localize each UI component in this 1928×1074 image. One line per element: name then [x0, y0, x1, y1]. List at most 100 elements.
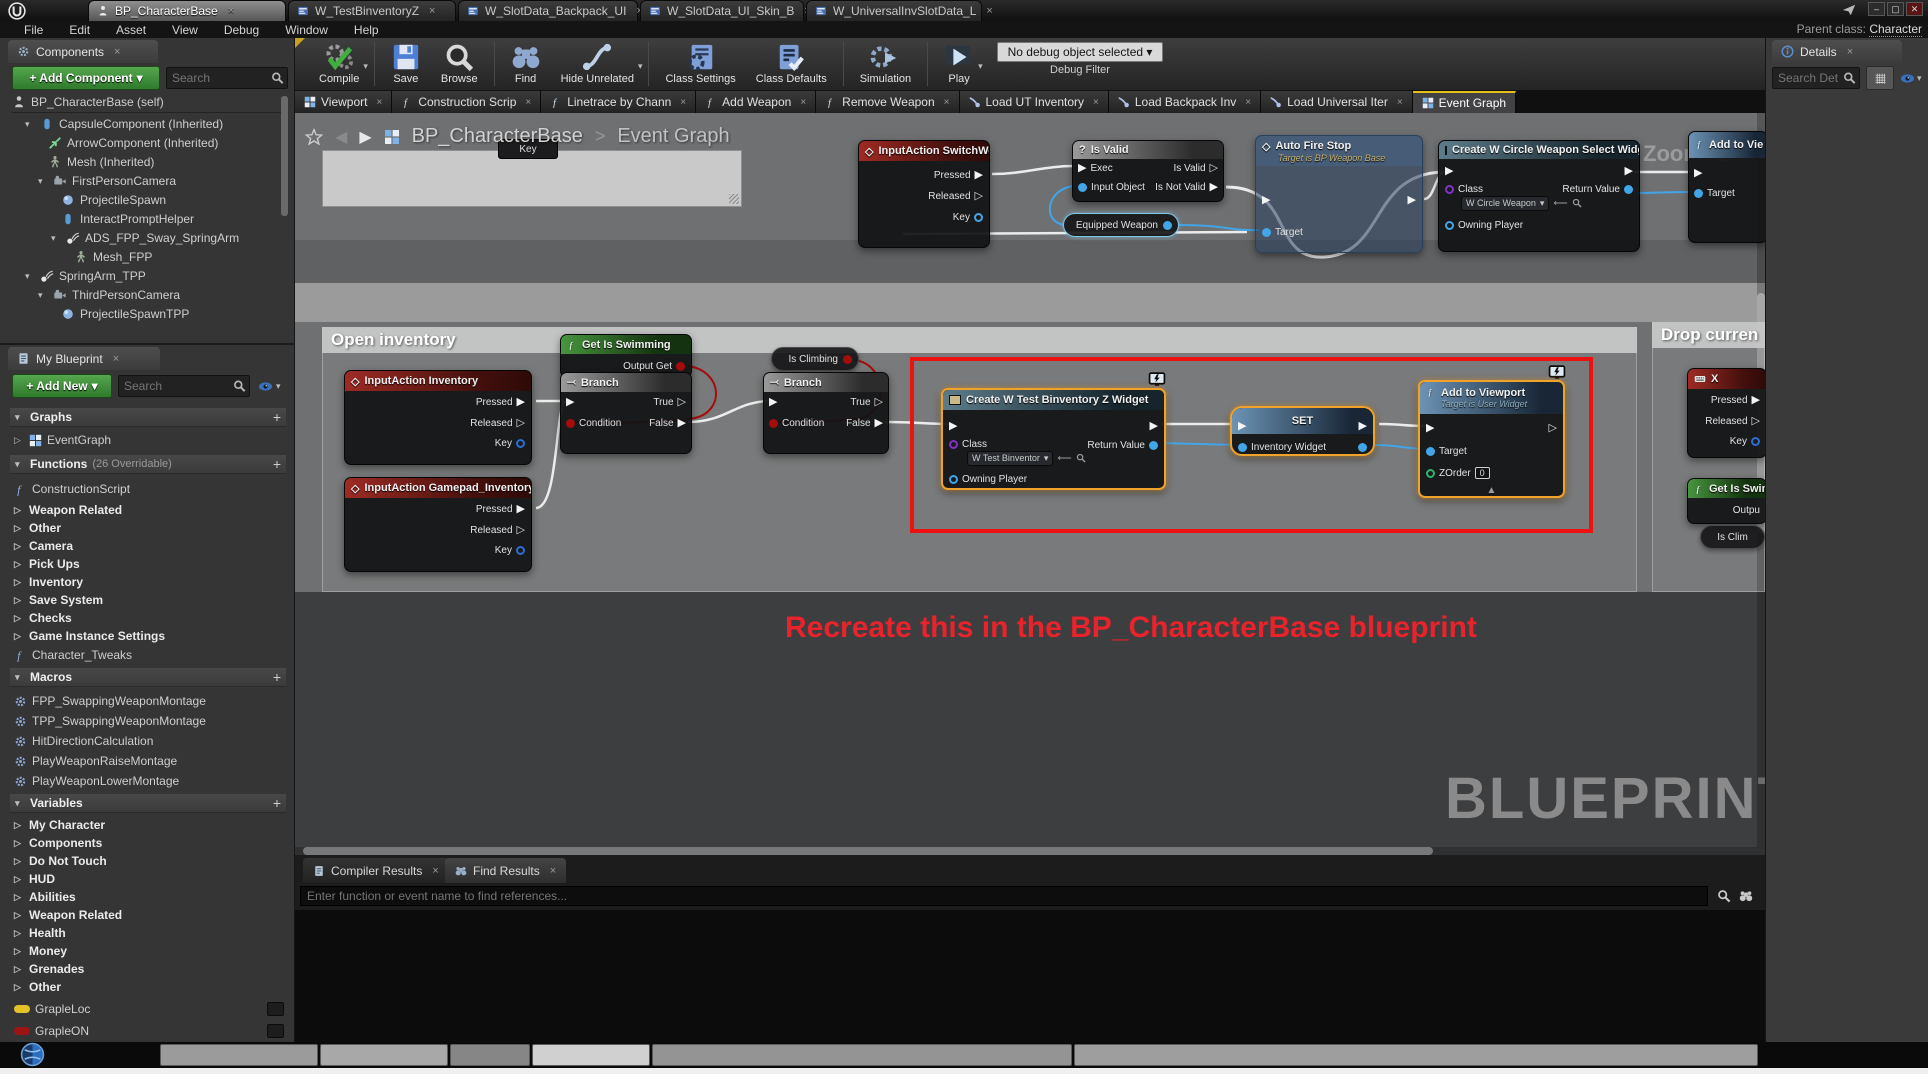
- tab-linetrace[interactable]: Linetrace by Chann×: [541, 91, 696, 113]
- close-icon[interactable]: ×: [228, 5, 234, 17]
- panel-divider[interactable]: [0, 343, 295, 345]
- variable-category[interactable]: ▷Money: [14, 942, 284, 960]
- tab-load-ut-inventory[interactable]: Load UT Inventory×: [960, 91, 1109, 113]
- node-inputaction-gamepad-inventory[interactable]: ◇InputAction Gamepad_Inventory Pressed▶ …: [344, 477, 532, 572]
- exec-pin[interactable]: ▶: [1752, 395, 1760, 406]
- exec-pin[interactable]: ▶: [1408, 195, 1416, 206]
- add-icon[interactable]: +: [273, 409, 281, 425]
- node-branch-2[interactable]: ⤙Branch ▶ True▷ Condition False▶: [763, 372, 889, 454]
- data-pin[interactable]: [949, 475, 958, 484]
- exec-pin[interactable]: ▶: [875, 418, 883, 429]
- hide-unrelated-button[interactable]: Hide Unrelated: [551, 42, 644, 85]
- asset-tab-w-slotdata-backpack[interactable]: W_SlotData_Backpack_UI×: [458, 0, 638, 21]
- exec-pin[interactable]: ▶: [1210, 182, 1218, 193]
- class-select[interactable]: W Circle Weapon▾: [1461, 196, 1549, 211]
- tab-construction-script[interactable]: Construction Scrip×: [392, 91, 541, 113]
- close-icon[interactable]: ×: [986, 5, 992, 17]
- my-blueprint-search-input[interactable]: [124, 377, 228, 395]
- node-get-is-climbing-2[interactable]: Is Clim: [1700, 525, 1765, 549]
- node-set-inventory-widget[interactable]: SET ▶ ▶ Inventory Widget: [1230, 406, 1375, 456]
- variable-category[interactable]: ▷Do Not Touch: [14, 852, 284, 870]
- close-icon[interactable]: ×: [944, 97, 950, 108]
- chevron-down-icon[interactable]: ▾: [1917, 73, 1922, 84]
- back-icon[interactable]: ◀: [335, 127, 347, 147]
- add-new-button[interactable]: + Add New▾: [12, 374, 112, 398]
- eye-icon[interactable]: [258, 379, 273, 394]
- class-defaults-button[interactable]: Class Defaults: [746, 42, 837, 85]
- data-pin[interactable]: [769, 419, 778, 428]
- close-icon[interactable]: ×: [114, 46, 120, 58]
- minimize-button[interactable]: ‒: [1868, 2, 1885, 16]
- components-scrollbar[interactable]: [281, 96, 288, 216]
- event-graph-canvas[interactable]: Open inventory Drop curren Zoom -2 BLUEP…: [295, 113, 1765, 855]
- zorder-value[interactable]: 0: [1475, 467, 1490, 479]
- details-search-input[interactable]: [1778, 69, 1838, 87]
- variable-category[interactable]: ▷My Character: [14, 816, 284, 834]
- expander-icon[interactable]: ▷: [14, 820, 24, 831]
- taskbar-window-button[interactable]: [160, 1044, 318, 1066]
- exec-pin[interactable]: ▷: [875, 397, 883, 408]
- list-item-macro[interactable]: TPP_SwappingWeaponMontage: [14, 712, 284, 730]
- close-icon[interactable]: ×: [550, 865, 556, 877]
- menu-file[interactable]: File: [12, 23, 55, 37]
- exec-pin[interactable]: ▷: [517, 418, 525, 429]
- list-item-macro[interactable]: HitDirectionCalculation: [14, 732, 284, 750]
- expander-icon[interactable]: ▷: [14, 541, 24, 552]
- function-category[interactable]: ▷Game Instance Settings: [14, 627, 284, 645]
- data-pin[interactable]: [566, 419, 575, 428]
- exec-pin[interactable]: ▷: [975, 191, 983, 202]
- data-pin[interactable]: [1445, 185, 1454, 194]
- exec-pin[interactable]: ▷: [678, 397, 686, 408]
- data-pin[interactable]: [1163, 221, 1172, 230]
- find-results-content[interactable]: [295, 910, 1765, 1042]
- exec-pin[interactable]: ▶: [949, 421, 957, 432]
- chevron-down-icon[interactable]: ▾: [276, 381, 281, 392]
- asset-tab-w-universalinvslotdata[interactable]: W_UniversalInvSlotData_L×: [806, 0, 982, 21]
- node-add-to-viewport-fragment[interactable]: Add to Vie ▶ Target: [1688, 131, 1765, 243]
- expander-icon[interactable]: ▷: [14, 838, 24, 849]
- exec-pin[interactable]: ▶: [678, 418, 686, 429]
- variable-category[interactable]: ▷Other: [14, 978, 284, 996]
- variable-row-grapleloc[interactable]: GrapleLoc: [14, 999, 284, 1019]
- send-feedback-icon[interactable]: [1842, 3, 1856, 17]
- property-matrix-button[interactable]: [1866, 66, 1894, 90]
- exec-pin[interactable]: ▷: [1549, 423, 1557, 434]
- tree-row[interactable]: ▾SpringArm_TPP: [12, 267, 280, 285]
- exec-pin[interactable]: ▶: [975, 170, 983, 181]
- favorite-star-icon[interactable]: [305, 128, 323, 146]
- data-pin[interactable]: [1751, 437, 1760, 446]
- close-icon[interactable]: ×: [1245, 97, 1251, 108]
- search-icon[interactable]: [1076, 453, 1086, 463]
- debug-object-select[interactable]: No debug object selected ▾: [997, 42, 1164, 62]
- components-search-input[interactable]: [172, 69, 266, 87]
- expander-icon[interactable]: ▾: [25, 119, 35, 130]
- expander-icon[interactable]: ▾: [25, 271, 35, 282]
- find-button[interactable]: Find: [501, 42, 551, 85]
- taskbar-window-button[interactable]: [532, 1044, 650, 1066]
- tab-load-backpack[interactable]: Load Backpack Inv×: [1109, 91, 1261, 113]
- list-item-function[interactable]: ConstructionScript: [14, 480, 284, 498]
- expander-icon[interactable]: ▷: [14, 856, 24, 867]
- expander-icon[interactable]: ▷: [14, 435, 24, 446]
- data-pin[interactable]: [843, 355, 852, 364]
- horizontal-scrollbar[interactable]: [295, 847, 1757, 855]
- eye-icon[interactable]: [1900, 71, 1915, 86]
- exec-pin[interactable]: ▷: [1210, 163, 1218, 174]
- find-references-input[interactable]: [300, 886, 1708, 906]
- node-is-valid[interactable]: ?Is Valid ▶Exec Is Valid▷ Input Object I…: [1072, 140, 1224, 202]
- expander-icon[interactable]: ▷: [14, 874, 24, 885]
- expander-icon[interactable]: ▷: [14, 964, 24, 975]
- data-pin[interactable]: [1624, 185, 1633, 194]
- asset-tab-bp-characterbase[interactable]: BP_CharacterBase×: [88, 0, 286, 21]
- node-create-w-test-binventory-widget[interactable]: Create W Test Binventory Z Widget ▶ ▶ Cl…: [941, 388, 1166, 490]
- variable-row-grapleon[interactable]: GrapleON: [14, 1021, 284, 1041]
- close-icon[interactable]: ×: [1397, 97, 1403, 108]
- close-icon[interactable]: ×: [680, 97, 686, 108]
- exec-pin[interactable]: ▶: [1359, 421, 1367, 432]
- node-auto-fire-stop[interactable]: ◇Auto Fire Stop Target is BP Weapon Base…: [1255, 135, 1423, 253]
- forward-icon[interactable]: ▶: [359, 127, 371, 147]
- tree-row[interactable]: ▾ADS_FPP_Sway_SpringArm: [12, 229, 280, 247]
- exec-pin[interactable]: ▶: [566, 397, 574, 408]
- function-category[interactable]: ▷Inventory: [14, 573, 284, 591]
- data-pin[interactable]: [1149, 441, 1158, 450]
